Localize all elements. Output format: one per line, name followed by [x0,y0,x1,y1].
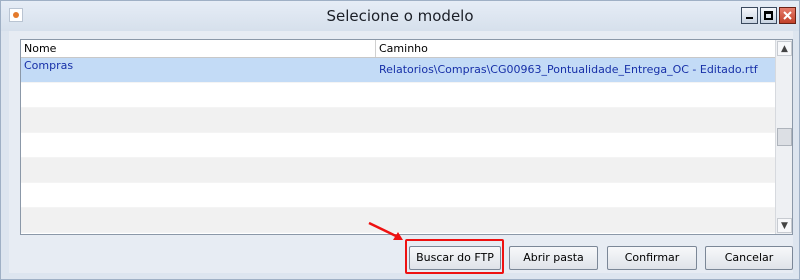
models-grid[interactable]: Nome Caminho Compras Relatorios\Compras\… [20,39,793,235]
close-icon[interactable] [779,7,796,24]
abrir-pasta-button[interactable]: Abrir pasta [509,246,598,270]
table-row-empty[interactable] [21,183,775,208]
red-arrow-icon [368,221,403,240]
maximize-icon[interactable] [760,7,777,24]
vertical-scrollbar[interactable]: ▲ ▼ [775,40,792,234]
table-row-empty[interactable] [21,83,775,108]
title-bar[interactable]: Selecione o modelo [1,1,799,31]
table-row[interactable]: Compras Relatorios\Compras\CG00963_Pontu… [21,58,775,83]
scroll-down-icon[interactable]: ▼ [777,218,792,233]
window-title: Selecione o modelo [326,7,474,25]
minimize-icon[interactable] [741,7,758,24]
dialog-content: Nome Caminho Compras Relatorios\Compras\… [9,31,793,274]
confirmar-button[interactable]: Confirmar [607,246,697,270]
grid-header: Nome Caminho [21,40,775,58]
buscar-ftp-button[interactable]: Buscar do FTP [409,246,501,270]
column-header-nome[interactable]: Nome [24,42,56,55]
column-header-caminho[interactable]: Caminho [379,42,428,55]
column-separator[interactable] [375,40,376,57]
cancelar-button[interactable]: Cancelar [705,246,793,270]
table-row-empty[interactable] [21,158,775,183]
cell-nome: Compras [24,59,74,72]
table-row-empty[interactable] [21,133,775,158]
dialog-window: Selecione o modelo Nome Caminho Compras … [0,0,800,280]
cell-caminho: Relatorios\Compras\CG00963_Pontualidade_… [379,63,758,76]
table-row-empty[interactable] [21,108,775,133]
grid-rows: Compras Relatorios\Compras\CG00963_Pontu… [21,58,775,233]
scroll-up-icon[interactable]: ▲ [777,41,792,56]
scroll-thumb[interactable] [777,128,792,146]
